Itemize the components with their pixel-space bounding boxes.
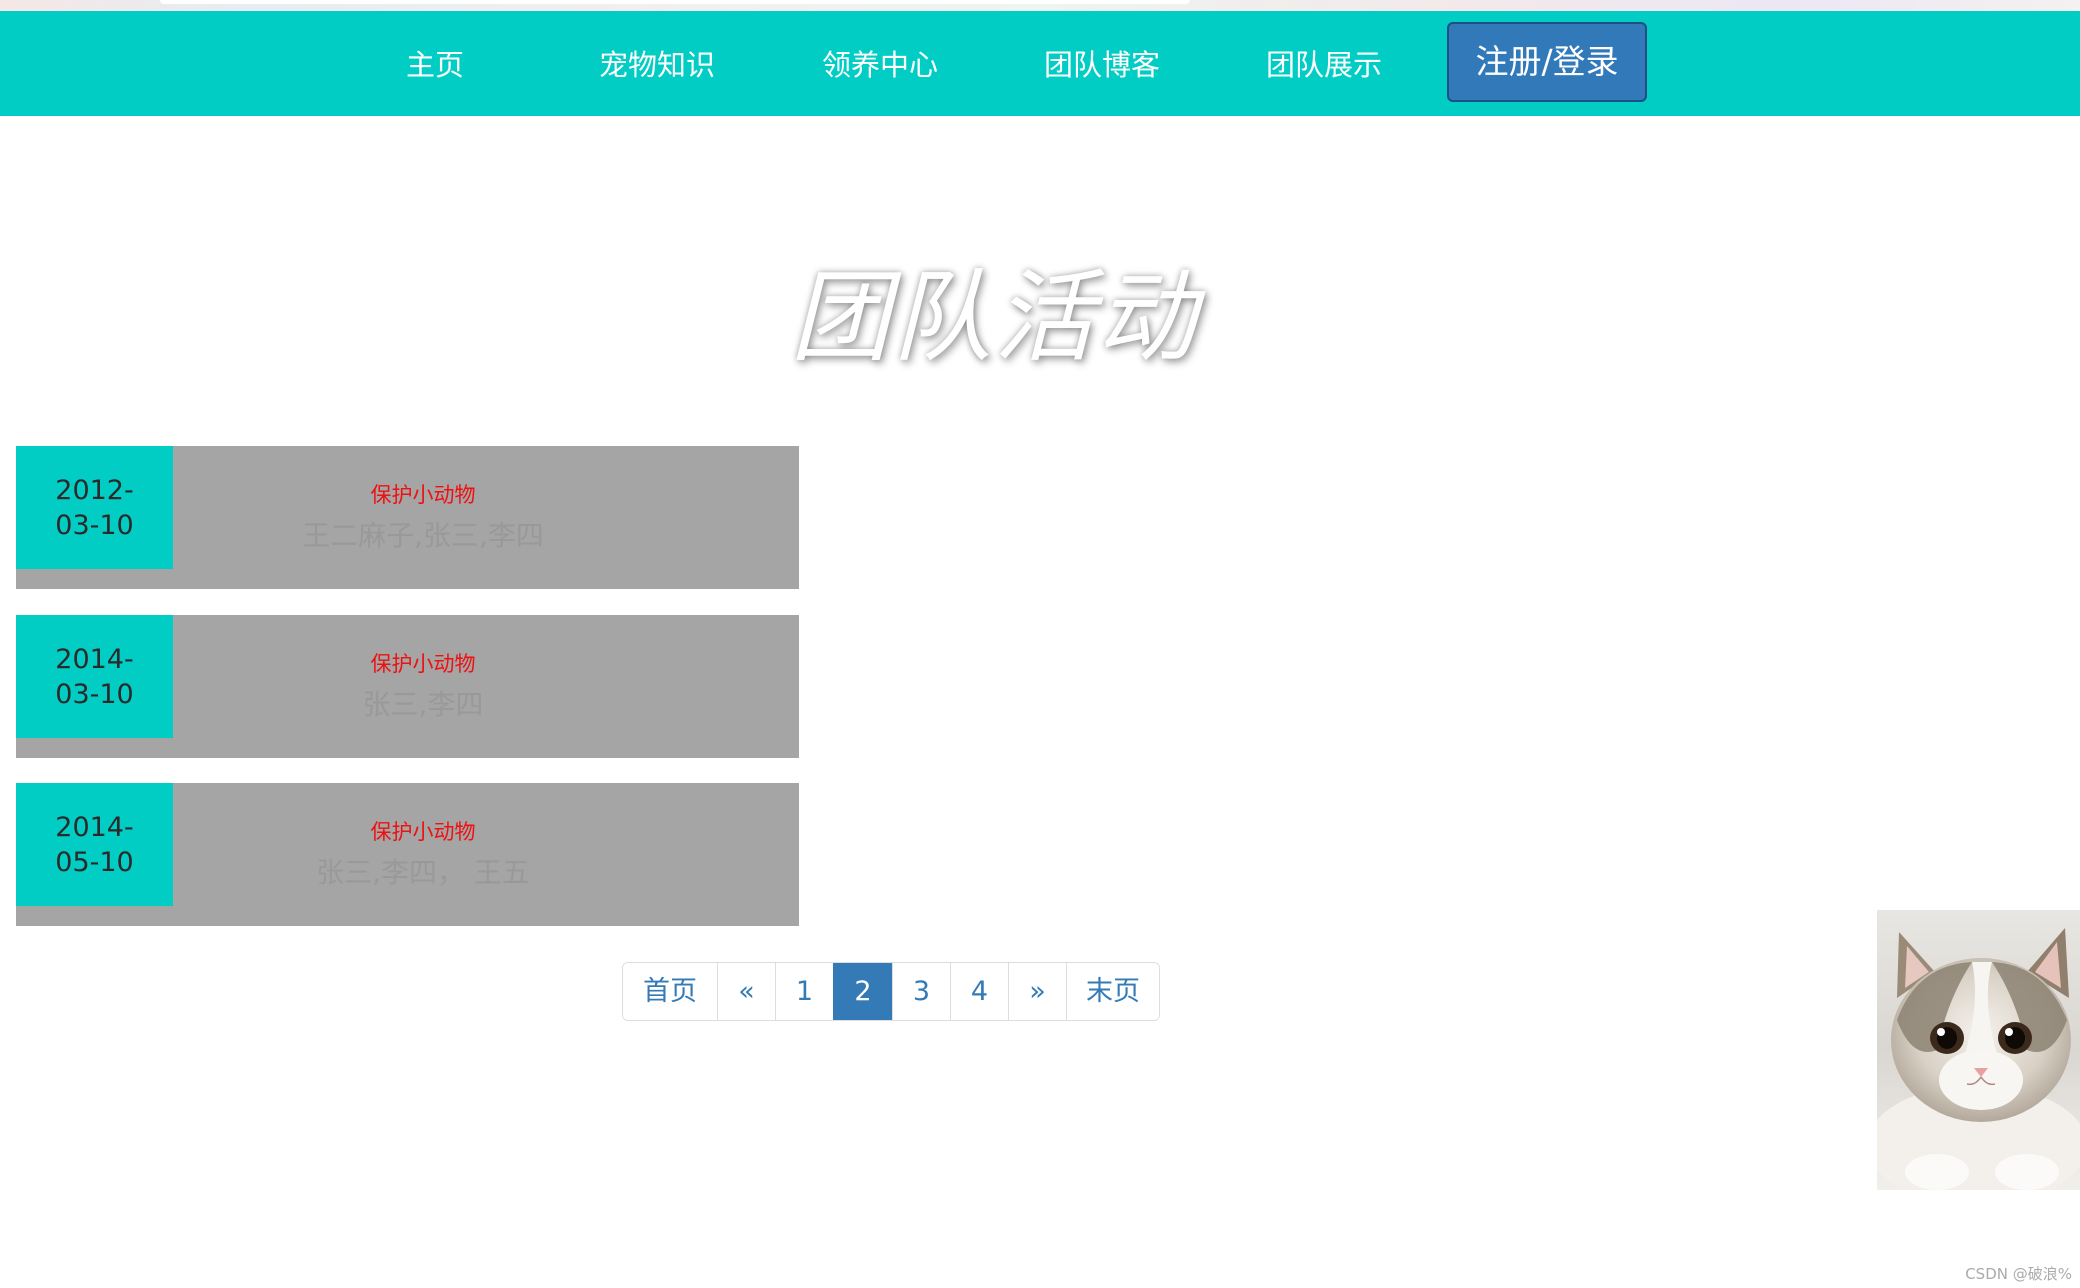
- activity-date: 2012- 03-10: [16, 446, 173, 569]
- pagination-page-3[interactable]: 3: [892, 963, 950, 1020]
- pagination: 首页 « 1 2 3 4 » 末页: [622, 962, 1160, 1021]
- activity-date-day: 05-10: [55, 847, 134, 878]
- kitten-photo: [1877, 910, 2080, 1190]
- pagination-page-4[interactable]: 4: [950, 963, 1008, 1020]
- pagination-page-2-current[interactable]: 2: [833, 963, 892, 1020]
- pagination-prev[interactable]: «: [717, 963, 775, 1020]
- csdn-watermark: CSDN @破浪%: [1965, 1265, 2072, 1283]
- activity-item[interactable]: 2014- 05-10 保护小动物 张三,李四， 王五: [16, 783, 799, 926]
- nav-item-team-blog[interactable]: 团队博客: [1022, 11, 1182, 116]
- activity-date-day: 03-10: [55, 510, 134, 541]
- activity-title[interactable]: 保护小动物: [173, 816, 673, 846]
- activity-title[interactable]: 保护小动物: [173, 648, 673, 678]
- top-navbar: 主页 宠物知识 领养中心 团队博客 团队展示 注册/登录: [0, 11, 2080, 116]
- activity-item[interactable]: 2014- 03-10 保护小动物 张三,李四: [16, 615, 799, 758]
- pagination-last[interactable]: 末页: [1066, 963, 1159, 1020]
- activity-item[interactable]: 2012- 03-10 保护小动物 王二麻子,张三,李四: [16, 446, 799, 589]
- tab-bar-highlight: [160, 0, 1190, 4]
- kitten-photo-image: [1877, 910, 2080, 1190]
- nav-item-adoption-center[interactable]: 领养中心: [800, 11, 960, 116]
- activity-date-year: 2014-: [55, 812, 134, 843]
- activity-members: 王二麻子,张三,李四: [302, 519, 544, 552]
- pagination-first[interactable]: 首页: [623, 963, 717, 1020]
- nav-item-home[interactable]: 主页: [370, 11, 500, 116]
- pagination-next[interactable]: »: [1008, 963, 1066, 1020]
- activity-date-day: 03-10: [55, 679, 134, 710]
- activity-date-year: 2014-: [55, 644, 134, 675]
- activity-title[interactable]: 保护小动物: [173, 479, 673, 509]
- browser-top-strip: [0, 0, 2080, 11]
- activity-date-year: 2012-: [55, 475, 134, 506]
- activity-date: 2014- 03-10: [16, 615, 173, 738]
- nav-item-pet-knowledge[interactable]: 宠物知识: [577, 11, 737, 116]
- page-title: 团队活动: [790, 259, 1198, 376]
- activity-date: 2014- 05-10: [16, 783, 173, 906]
- activity-members: 张三,李四: [362, 688, 484, 721]
- pagination-page-1[interactable]: 1: [775, 963, 833, 1020]
- nav-item-team-showcase[interactable]: 团队展示: [1244, 11, 1404, 116]
- activity-members: 张三,李四， 王五: [316, 856, 530, 889]
- register-login-button[interactable]: 注册/登录: [1447, 22, 1647, 102]
